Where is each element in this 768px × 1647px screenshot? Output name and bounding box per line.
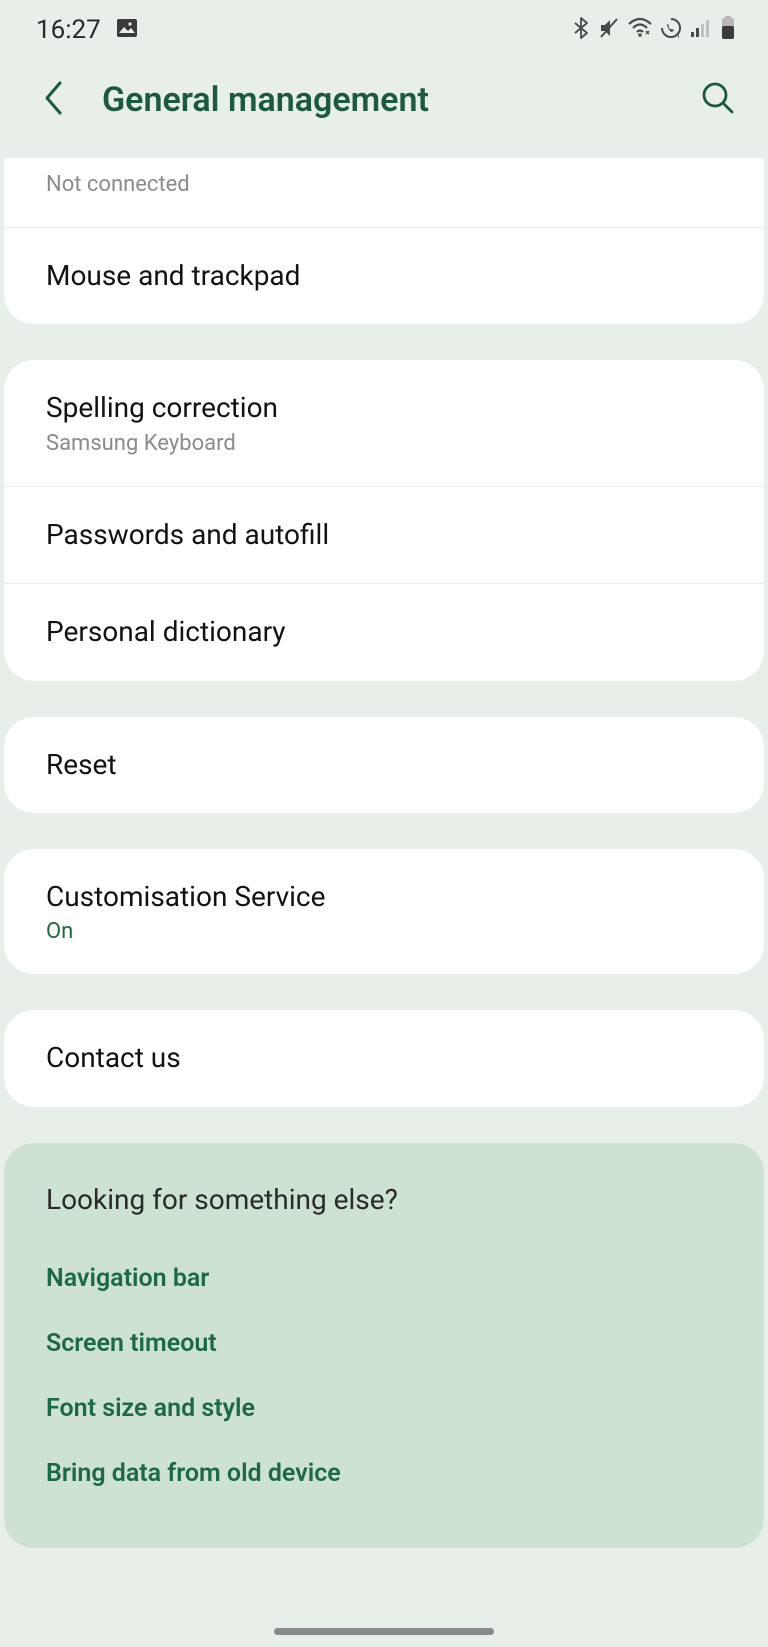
row-subtitle: On	[46, 919, 722, 944]
status-left: 16:27	[36, 15, 139, 45]
suggestion-card: Looking for something else? Navigation b…	[4, 1143, 764, 1548]
suggestion-link-navigation-bar[interactable]: Navigation bar	[46, 1246, 722, 1311]
status-bar: 16:27	[0, 0, 768, 60]
suggestion-link-screen-timeout[interactable]: Screen timeout	[46, 1311, 722, 1376]
list-item-mouse-trackpad[interactable]: Mouse and trackpad	[4, 228, 764, 324]
list-item-spelling-correction[interactable]: Spelling correction Samsung Keyboard	[4, 360, 764, 486]
suggestion-title: Looking for something else?	[46, 1183, 722, 1216]
card-group-1: Not connected Mouse and trackpad	[4, 158, 764, 324]
bluetooth-icon	[572, 17, 590, 43]
card-group-3: Reset	[4, 717, 764, 813]
row-title: Reset	[46, 747, 722, 783]
row-title: Mouse and trackpad	[46, 258, 722, 294]
list-item-customisation-service[interactable]: Customisation Service On	[4, 849, 764, 974]
page-title: General management	[102, 80, 662, 120]
mute-icon	[598, 17, 620, 43]
list-item[interactable]: Not connected	[4, 158, 764, 228]
status-right: 1	[572, 16, 736, 44]
picture-icon	[115, 16, 139, 44]
status-time: 16:27	[36, 15, 101, 45]
wifi-icon	[628, 18, 652, 42]
call-icon: 1	[660, 17, 682, 43]
card-group-2: Spelling correction Samsung Keyboard Pas…	[4, 360, 764, 680]
row-title: Contact us	[46, 1040, 722, 1076]
suggestion-link-bring-data[interactable]: Bring data from old device	[46, 1441, 722, 1506]
row-title: Spelling correction	[46, 390, 722, 426]
header: General management	[0, 60, 768, 158]
suggestion-link-font-size-style[interactable]: Font size and style	[46, 1376, 722, 1441]
row-subtitle: Not connected	[46, 172, 722, 197]
svg-text:1: 1	[676, 31, 681, 39]
list-item-contact-us[interactable]: Contact us	[4, 1010, 764, 1106]
list-item-passwords-autofill[interactable]: Passwords and autofill	[4, 487, 764, 584]
row-subtitle: Samsung Keyboard	[46, 431, 722, 456]
row-title: Customisation Service	[46, 879, 722, 915]
card-group-4: Customisation Service On	[4, 849, 764, 974]
card-group-5: Contact us	[4, 1010, 764, 1106]
back-icon[interactable]	[42, 80, 64, 120]
battery-icon	[720, 16, 736, 44]
list-item-reset[interactable]: Reset	[4, 717, 764, 813]
list-item-personal-dictionary[interactable]: Personal dictionary	[4, 584, 764, 680]
row-title: Passwords and autofill	[46, 517, 722, 553]
nav-handle[interactable]	[274, 1628, 494, 1635]
signal-icon	[690, 18, 712, 42]
search-icon[interactable]	[700, 80, 736, 120]
row-title: Personal dictionary	[46, 614, 722, 650]
